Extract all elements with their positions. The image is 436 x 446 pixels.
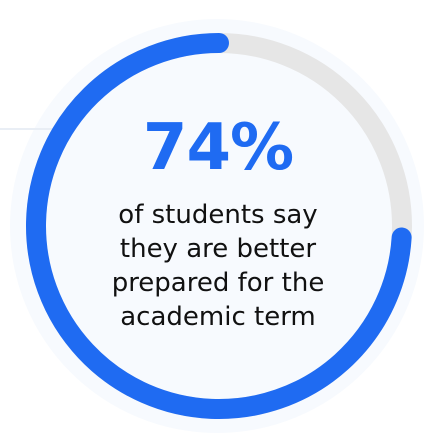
stat-caption: of students say they are better prepared… bbox=[58, 198, 378, 334]
caption-line-4: academic term bbox=[120, 302, 316, 332]
caption-line-1: of students say bbox=[118, 200, 318, 230]
stat-percentage: 74% bbox=[142, 111, 294, 185]
donut-stat-card: 74% of students say they are better prep… bbox=[0, 0, 436, 446]
caption-line-3: prepared for the bbox=[111, 268, 325, 298]
caption-line-2: they are better bbox=[119, 234, 317, 264]
stat-text-block: 74% of students say they are better prep… bbox=[58, 108, 378, 334]
